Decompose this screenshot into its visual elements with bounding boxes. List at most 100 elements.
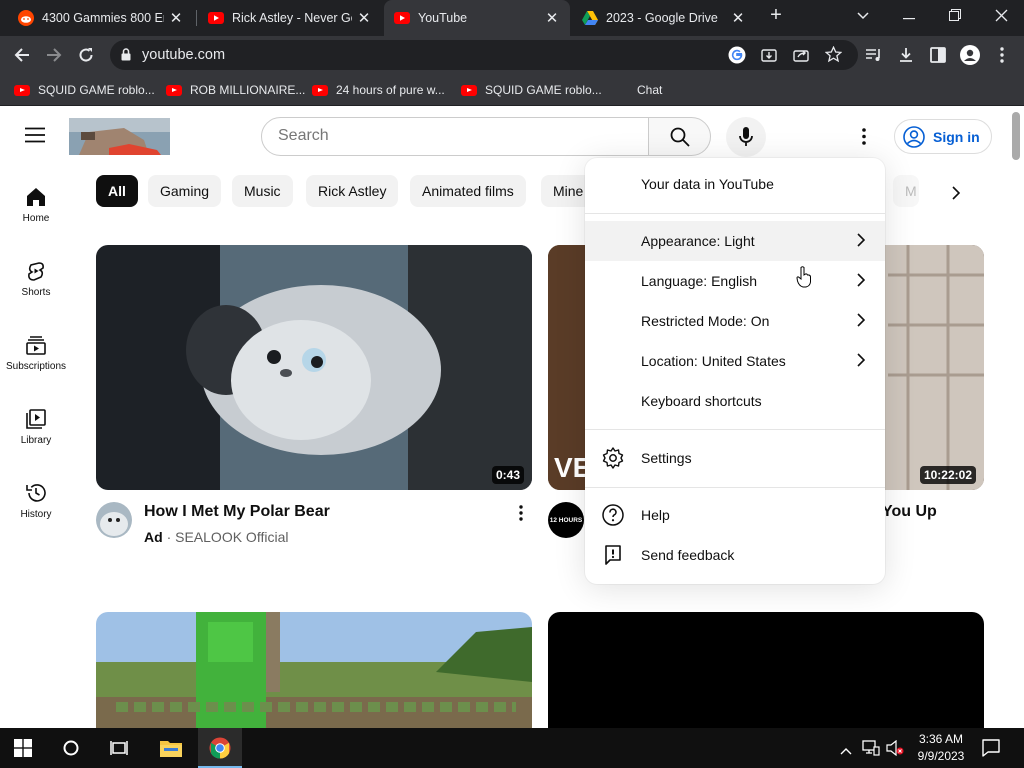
- media-control-icon[interactable]: [862, 43, 886, 67]
- bookmark-item[interactable]: Chat: [637, 82, 662, 98]
- menu-send-feedback[interactable]: Send feedback: [585, 535, 885, 575]
- channel-name[interactable]: SEALOOK Official: [175, 529, 288, 545]
- tab-title: Rick Astley - Never Gonna: [232, 11, 352, 25]
- file-explorer-icon[interactable]: [160, 738, 182, 763]
- drive-icon: [582, 11, 598, 25]
- menu-language[interactable]: Language: English: [585, 261, 885, 301]
- bookmark-star-icon[interactable]: [825, 46, 842, 63]
- chip-partial[interactable]: M: [893, 175, 919, 207]
- channel-avatar[interactable]: 12 HOURS: [548, 502, 584, 538]
- sign-in-button[interactable]: Sign in: [894, 119, 992, 154]
- channel-logo-image[interactable]: [69, 118, 170, 155]
- nav-library[interactable]: Library: [0, 409, 72, 446]
- chip-rick-astley[interactable]: Rick Astley: [306, 175, 399, 207]
- bookmark-label: Chat: [637, 83, 663, 97]
- close-tab-icon[interactable]: ✕: [352, 9, 376, 27]
- bookmark-label: 24 hours of pure w...: [336, 83, 445, 97]
- page-scrollbar[interactable]: [1012, 112, 1020, 160]
- nav-history[interactable]: History: [0, 483, 72, 520]
- address-bar[interactable]: youtube.com: [110, 40, 858, 70]
- downloads-icon[interactable]: [894, 43, 918, 67]
- windows-start-icon[interactable]: [14, 739, 32, 762]
- close-tab-icon[interactable]: ✕: [164, 9, 188, 27]
- chips-next-icon[interactable]: [940, 179, 972, 207]
- tab-reddit[interactable]: 4300 Gammies 800 Emerald ✕: [8, 0, 194, 36]
- tab-title: YouTube: [418, 11, 468, 25]
- tab-google-drive[interactable]: 2023 - Google Drive ✕: [572, 0, 756, 36]
- guide-menu-icon[interactable]: [24, 127, 46, 148]
- search-button[interactable]: [648, 117, 711, 156]
- video-more-icon[interactable]: [519, 505, 523, 526]
- youtube-icon: [166, 84, 182, 96]
- chrome-taskbar-button[interactable]: [198, 728, 242, 768]
- back-icon[interactable]: [10, 43, 34, 67]
- youtube-icon: [14, 84, 30, 96]
- menu-appearance[interactable]: Appearance: Light: [585, 221, 885, 261]
- video-thumbnail[interactable]: 0:43: [96, 245, 532, 490]
- tab-search-icon[interactable]: [840, 0, 886, 30]
- nav-shorts[interactable]: Shorts: [0, 261, 72, 298]
- polar-bear-thumbnail-image: [96, 245, 532, 490]
- restore-icon[interactable]: [932, 0, 978, 30]
- chrome-menu-icon[interactable]: [990, 43, 1014, 67]
- menu-divider: [585, 487, 885, 488]
- youtube-page: Search Sign in Home Shorts Subscriptions…: [0, 107, 1024, 728]
- settings-more-icon[interactable]: [862, 128, 866, 150]
- help-icon: [602, 504, 624, 526]
- clock-date[interactable]: 9/9/2023: [912, 749, 970, 763]
- menu-your-data[interactable]: Your data in YouTube: [585, 164, 885, 204]
- channel-avatar[interactable]: [96, 502, 132, 538]
- voice-search-button[interactable]: [726, 117, 766, 157]
- video-title[interactable]: How I Met My Polar Bear: [144, 503, 330, 521]
- chip-gaming[interactable]: Gaming: [148, 175, 222, 207]
- menu-item-label: Restricted Mode: On: [641, 313, 770, 329]
- close-window-icon[interactable]: [978, 0, 1024, 30]
- bookmark-item[interactable]: SQUID GAME roblo...: [14, 82, 155, 98]
- menu-location[interactable]: Location: United States: [585, 341, 885, 381]
- google-lens-icon[interactable]: [728, 46, 746, 64]
- install-app-icon[interactable]: [761, 47, 777, 63]
- menu-keyboard-shortcuts[interactable]: Keyboard shortcuts: [585, 381, 885, 421]
- settings-dropdown-menu: Your data in YouTube Appearance: Light L…: [585, 158, 885, 584]
- search-input[interactable]: Search: [261, 117, 649, 156]
- menu-help[interactable]: Help: [585, 495, 885, 535]
- share-icon[interactable]: [793, 47, 809, 63]
- history-icon: [26, 484, 46, 502]
- show-hidden-icons-icon[interactable]: [840, 742, 852, 760]
- clock-time[interactable]: 3:36 AM: [916, 732, 966, 746]
- video-thumbnail[interactable]: [96, 612, 532, 728]
- profile-icon[interactable]: [958, 43, 982, 67]
- chip-music[interactable]: Music: [232, 175, 293, 207]
- hand-cursor-icon: [796, 266, 811, 288]
- bookmark-item[interactable]: SQUID GAME roblo...: [461, 82, 602, 98]
- nav-home[interactable]: Home: [0, 187, 72, 224]
- chip-animated-films[interactable]: Animated films: [410, 175, 526, 207]
- video-thumbnail[interactable]: [548, 612, 984, 728]
- chip-all[interactable]: All: [96, 175, 138, 207]
- meta-separator: ·: [166, 529, 176, 545]
- url-text: youtube.com: [142, 47, 226, 63]
- new-tab-button[interactable]: +: [754, 0, 798, 30]
- bookmark-item[interactable]: 24 hours of pure w...: [312, 82, 445, 98]
- lock-icon[interactable]: [121, 48, 131, 61]
- tab-rick-astley[interactable]: Rick Astley - Never Gonna ✕: [198, 0, 382, 36]
- close-tab-icon[interactable]: ✕: [726, 9, 750, 27]
- menu-restricted-mode[interactable]: Restricted Mode: On: [585, 301, 885, 341]
- menu-settings[interactable]: Settings: [585, 438, 885, 478]
- bookmark-item[interactable]: ROB MILLIONAIRE...: [166, 82, 305, 98]
- side-panel-icon[interactable]: [926, 43, 950, 67]
- minimize-icon[interactable]: [886, 0, 932, 30]
- volume-muted-icon[interactable]: [886, 739, 904, 761]
- forward-icon[interactable]: [42, 43, 66, 67]
- notifications-icon[interactable]: [982, 739, 1000, 762]
- chevron-right-icon: [857, 233, 865, 247]
- task-view-icon[interactable]: [110, 740, 128, 761]
- search-icon: [670, 127, 690, 147]
- close-tab-icon[interactable]: ✕: [540, 9, 564, 27]
- tab-youtube[interactable]: YouTube ✕: [384, 0, 570, 36]
- nav-subscriptions[interactable]: Subscriptions: [0, 335, 72, 372]
- reload-icon[interactable]: [74, 43, 98, 67]
- video-title[interactable]: You Up: [882, 503, 937, 521]
- network-icon[interactable]: [862, 740, 880, 761]
- cortana-search-icon[interactable]: [63, 740, 79, 761]
